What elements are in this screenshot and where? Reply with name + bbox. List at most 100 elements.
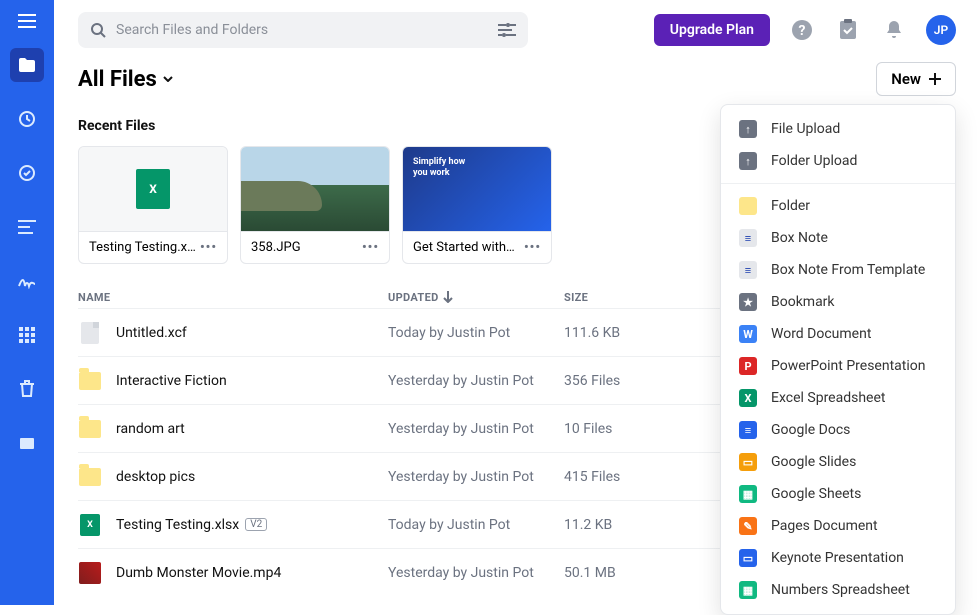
page-title-text: All Files — [78, 67, 157, 92]
column-size[interactable]: SIZE — [564, 291, 684, 304]
search-filter-icon[interactable] — [498, 23, 516, 37]
file-icon — [81, 322, 99, 344]
file-updated: Yesterday by Justin Pot — [388, 373, 564, 389]
sort-desc-icon — [443, 291, 453, 303]
new-menu-item[interactable]: ↑File Upload — [721, 113, 955, 145]
file-size: 356 Files — [564, 373, 684, 389]
folder-icon — [79, 468, 101, 486]
bookmark-icon: ★ — [739, 293, 757, 311]
plus-icon — [929, 73, 941, 85]
new-menu-item[interactable]: ✎ Pages Document — [721, 510, 955, 542]
nav-notes[interactable] — [10, 210, 44, 244]
tasks-button[interactable] — [834, 16, 862, 44]
new-button-label: New — [891, 70, 921, 88]
file-size: 11.2 KB — [564, 517, 684, 533]
recent-file-card[interactable]: Simplify howyou workGet Started with…••• — [402, 146, 552, 264]
word-icon: W — [739, 325, 757, 343]
file-size: 111.6 KB — [564, 325, 684, 341]
new-button[interactable]: New — [876, 62, 956, 96]
recent-file-card[interactable]: 358.JPG ••• — [240, 146, 390, 264]
recent-file-name: Get Started with… — [413, 240, 515, 255]
file-updated: Yesterday by Justin Pot — [388, 421, 564, 437]
menu-item-label: Folder — [771, 198, 810, 214]
apps-grid-icon — [19, 327, 35, 343]
help-button[interactable]: ? — [788, 16, 816, 44]
page-title[interactable]: All Files — [78, 67, 173, 92]
search-icon — [90, 22, 106, 38]
file-updated: Today by Justin Pot — [388, 325, 564, 341]
menu-item-label: Numbers Spreadsheet — [771, 582, 910, 598]
video-icon — [79, 562, 101, 584]
nav-sign[interactable] — [10, 264, 44, 298]
new-menu-item[interactable]: P PowerPoint Presentation — [721, 350, 955, 382]
thumbnail — [241, 147, 389, 231]
card-icon — [19, 435, 35, 451]
menu-item-label: Google Slides — [771, 454, 856, 470]
new-menu-item[interactable]: ≡Box Note From Template — [721, 254, 955, 286]
new-menu-item[interactable]: ★ Bookmark — [721, 286, 955, 318]
signature-icon — [18, 273, 36, 289]
file-updated: Yesterday by Justin Pot — [388, 565, 564, 581]
recent-file-name: 358.JPG — [251, 240, 301, 255]
new-menu-item[interactable]: W Word Document — [721, 318, 955, 350]
file-size: 415 Files — [564, 469, 684, 485]
clipboard-icon — [838, 19, 858, 41]
user-avatar[interactable]: JP — [926, 15, 956, 45]
check-circle-icon — [18, 164, 36, 182]
menu-item-label: Excel Spreadsheet — [771, 390, 885, 406]
gdoc-icon: ≡ — [739, 421, 757, 439]
note-icon: ≡ — [739, 229, 757, 247]
search-input[interactable] — [116, 22, 488, 38]
column-updated[interactable]: UPDATED — [388, 291, 564, 304]
new-menu-item[interactable]: Folder — [721, 190, 955, 222]
trash-icon — [19, 380, 35, 398]
menu-item-label: Box Note From Template — [771, 262, 925, 278]
nav-apps[interactable] — [10, 318, 44, 352]
menu-item-label: Word Document — [771, 326, 871, 342]
folder-icon — [18, 57, 36, 73]
upgrade-plan-button[interactable]: Upgrade Plan — [654, 14, 770, 46]
notes-icon — [18, 220, 36, 234]
new-menu-item[interactable]: ≡ Box Note — [721, 222, 955, 254]
keynote-icon: ▭ — [739, 549, 757, 567]
ppt-icon: P — [739, 357, 757, 375]
thumbnail: X — [79, 147, 227, 231]
menu-item-label: Pages Document — [771, 518, 878, 534]
new-menu-item[interactable]: ▦ Numbers Spreadsheet — [721, 574, 955, 606]
search-box[interactable] — [78, 12, 528, 48]
menu-item-label: File Upload — [771, 121, 840, 137]
topbar: Upgrade Plan ? JP — [54, 0, 980, 56]
menu-item-label: Box Note — [771, 230, 828, 246]
more-actions-button[interactable]: ••• — [200, 240, 217, 255]
pages-icon: ✎ — [739, 517, 757, 535]
new-menu-item[interactable]: ▭ Google Slides — [721, 446, 955, 478]
more-actions-button[interactable]: ••• — [362, 240, 379, 255]
nav-recents[interactable] — [10, 102, 44, 136]
menu-item-label: Google Sheets — [771, 486, 861, 502]
xlsx-icon: X — [80, 514, 100, 536]
new-menu-item[interactable]: ≡Google Docs — [721, 414, 955, 446]
nav-trash[interactable] — [10, 372, 44, 406]
menu-item-label: PowerPoint Presentation — [771, 358, 925, 374]
hamburger-menu[interactable] — [18, 14, 36, 28]
notifications-button[interactable] — [880, 16, 908, 44]
file-name: Interactive Fiction — [116, 373, 227, 389]
new-menu-item[interactable]: X Excel Spreadsheet — [721, 382, 955, 414]
recent-file-card[interactable]: X Testing Testing.x… ••• — [78, 146, 228, 264]
gslide-icon: ▭ — [739, 453, 757, 471]
recent-file-name: Testing Testing.x… — [89, 240, 196, 255]
column-name[interactable]: NAME — [78, 291, 388, 304]
nav-collection[interactable] — [10, 426, 44, 460]
new-menu-item[interactable]: ▭ Keynote Presentation — [721, 542, 955, 574]
menu-item-label: Keynote Presentation — [771, 550, 904, 566]
nav-synced[interactable] — [10, 156, 44, 190]
nav-files[interactable] — [10, 48, 44, 82]
menu-item-label: Bookmark — [771, 294, 835, 310]
svg-text:?: ? — [799, 23, 806, 39]
file-updated: Yesterday by Justin Pot — [388, 469, 564, 485]
new-menu-item[interactable]: ▦Google Sheets — [721, 478, 955, 510]
more-actions-button[interactable]: ••• — [524, 240, 541, 255]
new-menu-item[interactable]: ↑Folder Upload — [721, 145, 955, 177]
xls-icon: X — [739, 389, 757, 407]
numbers-icon: ▦ — [739, 581, 757, 599]
